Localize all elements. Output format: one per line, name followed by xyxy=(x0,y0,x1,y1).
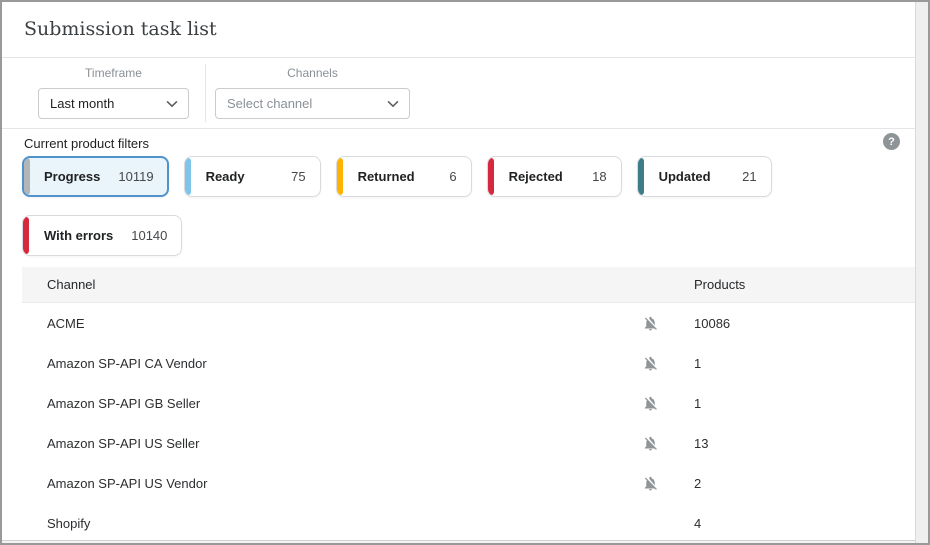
channels-placeholder: Select channel xyxy=(227,96,312,111)
notifications-off-icon[interactable] xyxy=(642,355,659,372)
status-filter-count: 18 xyxy=(592,169,606,184)
channel-name: Amazon SP-API CA Vendor xyxy=(22,356,642,371)
status-accent-bar xyxy=(185,158,191,195)
icon-cell xyxy=(642,355,694,372)
chevron-down-icon xyxy=(166,100,178,108)
status-accent-bar xyxy=(488,158,494,195)
icon-cell xyxy=(642,475,694,492)
help-icon[interactable]: ? xyxy=(883,133,900,150)
products-count: 1 xyxy=(694,396,915,411)
table-row[interactable]: Amazon SP-API CA Vendor 1 xyxy=(22,343,915,383)
status-filter-count: 10119 xyxy=(118,169,153,184)
page-title: Submission task list xyxy=(24,18,217,40)
status-filter-label: With errors xyxy=(44,228,113,243)
status-filter-count: 21 xyxy=(742,169,756,184)
status-filter-card[interactable]: Rejected 18 xyxy=(487,156,622,197)
chevron-down-icon xyxy=(387,100,399,108)
channel-column-header: Channel xyxy=(22,277,642,292)
filter-group-divider xyxy=(205,64,206,122)
notifications-off-icon[interactable] xyxy=(642,435,659,452)
table-row[interactable]: Amazon SP-API GB Seller 1 xyxy=(22,383,915,423)
channel-name: Shopify xyxy=(22,516,642,531)
products-count: 10086 xyxy=(694,316,915,331)
table-row[interactable]: ACME 10086 xyxy=(22,303,915,343)
status-filter-card[interactable]: With errors 10140 xyxy=(22,215,182,256)
bottom-gutter xyxy=(2,540,915,543)
channels-select[interactable]: Select channel xyxy=(215,88,410,119)
icon-cell xyxy=(642,435,694,452)
products-count: 2 xyxy=(694,476,915,491)
timeframe-filter-group: Timeframe Last month xyxy=(38,66,189,119)
icon-cell xyxy=(642,515,694,532)
table-header-row: Channel Products xyxy=(22,267,915,303)
channels-table: Channel Products ACME 10086 Amazon SP-AP… xyxy=(22,267,915,543)
filter-cards: Progress 10119 Ready 75 Returned 6 Rejec… xyxy=(22,156,915,256)
products-count: 1 xyxy=(694,356,915,371)
right-gutter xyxy=(915,2,928,543)
status-accent-bar xyxy=(337,158,343,195)
status-filter-card[interactable]: Progress 10119 xyxy=(22,156,169,197)
status-filter-label: Progress xyxy=(44,169,100,184)
submission-task-list-window: Submission task list Timeframe Last mont… xyxy=(0,0,930,545)
table-row[interactable]: Amazon SP-API US Vendor 2 xyxy=(22,463,915,503)
channels-filter-group: Channels Select channel xyxy=(215,66,410,119)
products-column-header: Products xyxy=(694,277,915,292)
status-filter-label: Ready xyxy=(206,169,245,184)
products-count: 4 xyxy=(694,516,915,531)
table-body: ACME 10086 Amazon SP-API CA Vendor 1 Ama… xyxy=(22,303,915,543)
channels-label: Channels xyxy=(215,66,410,80)
status-filter-card[interactable]: Returned 6 xyxy=(336,156,472,197)
notifications-off-icon[interactable] xyxy=(642,395,659,412)
status-filter-label: Updated xyxy=(659,169,711,184)
table-row[interactable]: Amazon SP-API US Seller 13 xyxy=(22,423,915,463)
status-accent-bar xyxy=(24,158,30,195)
status-filter-count: 6 xyxy=(449,169,456,184)
timeframe-selected-value: Last month xyxy=(50,96,114,111)
status-filter-count: 75 xyxy=(291,169,305,184)
icon-cell xyxy=(642,395,694,412)
status-filter-card[interactable]: Ready 75 xyxy=(184,156,321,197)
timeframe-label: Timeframe xyxy=(38,66,189,80)
divider-under-title xyxy=(2,57,915,58)
timeframe-select[interactable]: Last month xyxy=(38,88,189,119)
status-accent-bar xyxy=(23,217,29,254)
channel-name: ACME xyxy=(22,316,642,331)
channel-name: Amazon SP-API GB Seller xyxy=(22,396,642,411)
table-row[interactable]: Shopify 4 xyxy=(22,503,915,543)
status-filter-label: Rejected xyxy=(509,169,563,184)
notifications-off-icon[interactable] xyxy=(642,475,659,492)
current-product-filters-heading: Current product filters xyxy=(24,136,149,151)
status-filter-card[interactable]: Updated 21 xyxy=(637,156,772,197)
status-accent-bar xyxy=(638,158,644,195)
channel-name: Amazon SP-API US Vendor xyxy=(22,476,642,491)
products-count: 13 xyxy=(694,436,915,451)
icon-cell xyxy=(642,315,694,332)
divider-under-filter-bar xyxy=(2,128,915,129)
status-filter-count: 10140 xyxy=(131,228,167,243)
notifications-off-icon[interactable] xyxy=(642,315,659,332)
channel-name: Amazon SP-API US Seller xyxy=(22,436,642,451)
status-filter-label: Returned xyxy=(358,169,415,184)
